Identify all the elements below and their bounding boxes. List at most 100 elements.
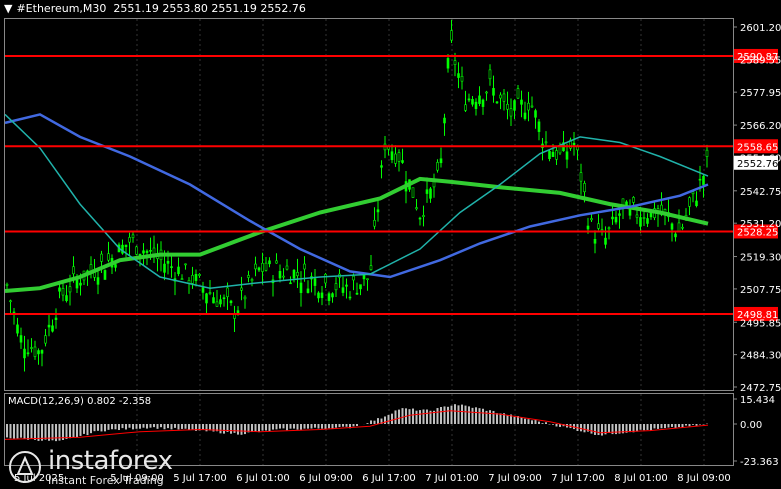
candle-body: [450, 30, 453, 41]
macd-tick-label: 0.00: [740, 420, 762, 431]
price-tick-label: 2507.75: [740, 285, 781, 296]
candle-body: [614, 216, 618, 223]
candle-body: [243, 296, 247, 300]
candle-body: [33, 346, 37, 357]
candle-body: [72, 266, 75, 275]
candle-body: [453, 60, 457, 65]
candle-body: [135, 246, 138, 255]
candle-body: [502, 93, 506, 102]
candle-body: [439, 158, 443, 164]
candle-body: [677, 222, 681, 232]
candle-body: [579, 172, 583, 182]
price-tick-label: 2495.85: [740, 318, 781, 329]
candle-body: [376, 209, 380, 213]
candle-body: [320, 292, 324, 298]
level-price-label: 2558.65: [737, 142, 778, 153]
candle-body: [688, 197, 691, 207]
candle-body: [324, 274, 327, 284]
candle-body: [411, 187, 415, 198]
candle-body: [380, 165, 383, 168]
candle-body: [555, 150, 558, 160]
price-tick-label: 2542.75: [740, 187, 781, 198]
candle-body: [572, 142, 576, 146]
candle-body: [19, 335, 23, 343]
current-price-label: 2552.76: [737, 159, 778, 170]
candle-body: [100, 253, 103, 262]
candle-body: [544, 141, 548, 144]
candle-body: [607, 227, 611, 230]
candle-body: [327, 293, 331, 301]
candle-body: [348, 296, 352, 299]
candle-body: [485, 91, 488, 94]
candle-body: [506, 104, 509, 110]
time-tick-label: 6 Jul 17:00: [362, 473, 416, 484]
candle-body: [275, 260, 278, 264]
candle-body: [460, 75, 464, 82]
price-tick-label: 2519.30: [740, 253, 781, 264]
candle-body: [362, 275, 366, 280]
candle-body: [226, 287, 229, 297]
candle-body: [79, 282, 82, 286]
candle-body: [369, 265, 373, 270]
candle-body: [278, 270, 282, 279]
candle-body: [194, 274, 198, 281]
candle-body: [257, 267, 261, 271]
candle-body: [303, 263, 306, 270]
candle-body: [418, 217, 422, 220]
candle-body: [219, 299, 222, 305]
candle-body: [698, 178, 702, 181]
candle-body: [639, 217, 642, 227]
time-tick-label: 7 Jul 17:00: [551, 473, 605, 484]
candle-body: [299, 282, 303, 294]
candle-body: [313, 278, 317, 286]
candle-body: [355, 292, 359, 295]
price-tick-label: 2472.75: [740, 383, 781, 394]
candle-body: [103, 270, 107, 280]
candle-body: [40, 350, 44, 354]
candle-body: [222, 297, 226, 300]
candle-body: [180, 278, 184, 280]
candle-body: [702, 175, 705, 186]
candle-body: [166, 260, 170, 264]
time-tick-label: 6 Jul 01:00: [236, 473, 290, 484]
candle-body: [492, 88, 495, 96]
candle-body: [425, 189, 429, 194]
candle-body: [457, 73, 460, 78]
candle-body: [478, 95, 481, 104]
candle-body: [415, 207, 418, 210]
candle-body: [47, 324, 51, 328]
candle-body: [96, 277, 100, 285]
price-tick-label: 2577.95: [740, 88, 781, 99]
time-tick-label: 8 Jul 01:00: [614, 473, 668, 484]
candle-body: [16, 324, 19, 334]
price-tick-label: 2531.20: [740, 219, 781, 230]
candle-body: [464, 104, 467, 111]
candle-body: [527, 102, 530, 111]
candle-body: [44, 335, 47, 344]
candle-body: [635, 214, 639, 218]
candle-body: [107, 253, 110, 261]
candle-body: [597, 223, 600, 229]
candle-body: [68, 286, 72, 293]
candle-body: [261, 262, 264, 272]
candle-body: [247, 275, 250, 278]
candle-body: [30, 347, 33, 349]
candle-body: [632, 197, 635, 203]
candle-body: [208, 292, 212, 294]
candle-body: [54, 317, 58, 320]
candle-body: [695, 200, 698, 207]
candle-body: [366, 278, 369, 281]
candle-body: [229, 300, 233, 304]
candle-body: [516, 88, 520, 99]
candle-body: [289, 282, 292, 285]
candle-body: [212, 297, 215, 304]
price-chart[interactable]: 2590.872558.652528.252498.81 2601.202589…: [0, 0, 781, 489]
candle-body: [422, 215, 425, 218]
candle-body: [51, 325, 54, 332]
candle-body: [215, 301, 219, 307]
ma-green-line: [4, 176, 709, 293]
candle-body: [565, 151, 569, 160]
candle-body: [170, 266, 173, 268]
candle-body: [446, 58, 450, 69]
candle-body: [250, 279, 254, 282]
